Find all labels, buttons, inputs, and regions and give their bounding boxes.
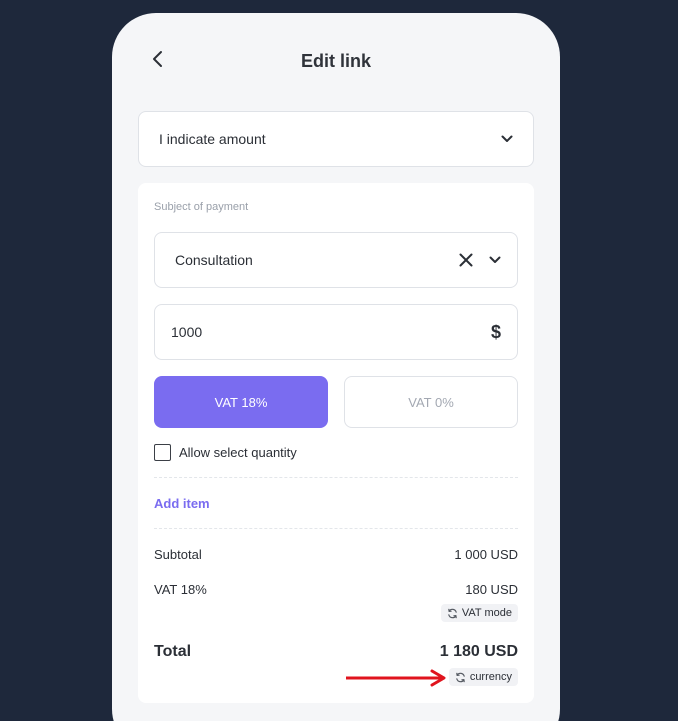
payment-card: Subject of payment Consultation 1000 $ V… — [138, 183, 534, 703]
vat-0-button[interactable]: VAT 0% — [344, 376, 518, 428]
amount-mode-select[interactable]: I indicate amount — [138, 111, 534, 167]
vat-18-button[interactable]: VAT 18% — [154, 376, 328, 428]
subject-dropdown-toggle[interactable] — [489, 256, 501, 264]
currency-label: currency — [469, 671, 512, 683]
vat-value: 180 USD — [465, 582, 518, 597]
clear-button[interactable] — [459, 253, 473, 267]
subtotal-value: 1 000 USD — [454, 547, 518, 562]
subject-value: Consultation — [175, 252, 253, 268]
add-item-button[interactable]: Add item — [154, 496, 210, 511]
subject-label: Subject of payment — [154, 201, 249, 213]
chevron-down-icon — [489, 256, 501, 263]
currency-sign: $ — [490, 321, 501, 342]
amount-input[interactable]: 1000 $ — [154, 304, 518, 360]
phone-screen: Edit link I indicate amount Subject of p… — [112, 13, 560, 721]
allow-quantity-checkbox[interactable] — [154, 444, 171, 461]
page-title: Edit link — [300, 51, 371, 71]
vat-row: VAT 18% 180 USD — [154, 582, 518, 597]
amount-mode-value: I indicate amount — [159, 131, 266, 147]
total-row: Total 1 180 USD — [154, 643, 518, 661]
divider — [154, 477, 518, 478]
close-icon — [459, 253, 473, 267]
divider — [154, 528, 518, 529]
header: Edit link — [112, 13, 560, 109]
refresh-icon — [448, 608, 457, 618]
total-label: Total — [154, 643, 192, 660]
vat-mode-label: VAT mode — [461, 607, 512, 619]
amount-value: 1000 — [171, 324, 203, 340]
annotation-arrow-icon — [346, 669, 446, 687]
total-value: 1 180 USD — [439, 643, 518, 660]
subtotal-row: Subtotal 1 000 USD — [154, 547, 518, 562]
allow-quantity-toggle[interactable]: Allow select quantity — [154, 444, 297, 461]
vat-label: VAT 18% — [154, 582, 207, 597]
allow-quantity-label: Allow select quantity — [179, 445, 297, 460]
chevron-down-icon — [501, 135, 513, 142]
subject-select[interactable]: Consultation — [154, 232, 518, 288]
vat-options: VAT 18% VAT 0% — [154, 376, 518, 428]
vat-mode-chip[interactable]: VAT mode — [440, 604, 518, 622]
subtotal-label: Subtotal — [154, 547, 202, 562]
currency-chip[interactable]: currency — [448, 668, 518, 686]
refresh-icon — [456, 672, 465, 682]
